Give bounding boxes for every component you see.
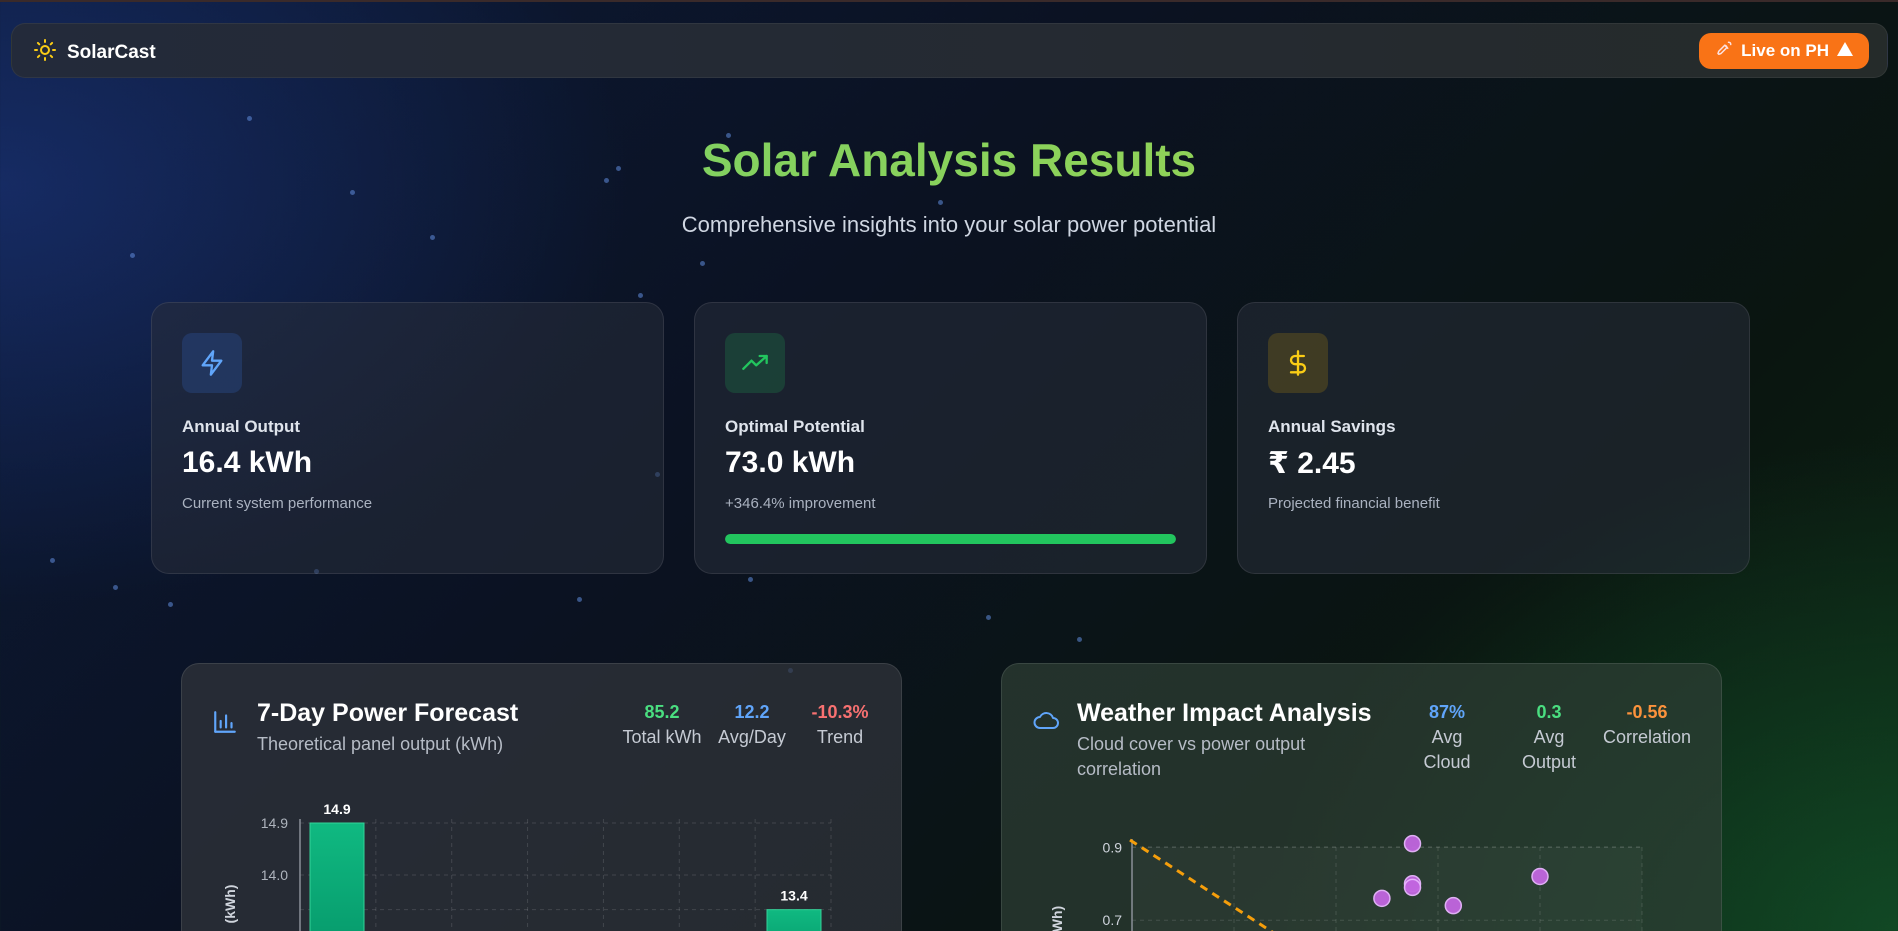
particle-dot <box>168 602 173 607</box>
stat-label: Annual Savings <box>1268 417 1396 436</box>
stat-card-optimal-potential: Optimal Potential 73.0 kWh +346.4% impro… <box>694 302 1207 574</box>
particle-dot <box>700 261 705 266</box>
live-on-ph-label: Live on PH <box>1741 41 1829 60</box>
stat-note: Projected financial benefit <box>1268 495 1440 512</box>
particle-dot <box>1077 637 1082 642</box>
scatter-point <box>1403 834 1422 853</box>
bar-value-label: 14.9 <box>323 801 350 817</box>
forecast-bar <box>766 909 822 931</box>
triangle-up-icon <box>1837 41 1853 61</box>
stat-label: Optimal Potential <box>725 417 865 436</box>
page-title: Solar Analysis Results <box>0 133 1898 187</box>
particle-dot <box>577 597 582 602</box>
scatter-point <box>1444 896 1463 915</box>
live-on-ph-button[interactable]: Live on PH <box>1699 33 1869 69</box>
brand[interactable]: SolarCast <box>33 38 156 67</box>
particle-dot <box>638 293 643 298</box>
y-tick-label: 14.0 <box>261 867 288 883</box>
y-tick-label: 0.9 <box>1103 839 1123 855</box>
lightning-icon <box>182 333 242 393</box>
brand-name: SolarCast <box>67 41 156 63</box>
dollar-icon <box>1268 333 1328 393</box>
sun-icon <box>33 38 57 67</box>
particle-dot <box>113 585 118 590</box>
plot-area <box>1132 847 1642 931</box>
forecast-chart-card: 7-Day Power Forecast Theoretical panel o… <box>181 663 902 931</box>
y-axis-label: Wh) <box>1049 906 1065 931</box>
scatter-point <box>1531 867 1549 886</box>
particle-dot <box>350 190 355 195</box>
scatter-point <box>1403 878 1422 897</box>
improvement-progress-bar <box>725 534 1176 544</box>
stat-label: Annual Output <box>182 417 301 436</box>
page-subtitle: Comprehensive insights into your solar p… <box>681 212 1217 237</box>
forecast-bar-chart: 14.9 14.0 (kWh) 14.9 13.4 <box>222 801 832 931</box>
progress-fill <box>725 534 1176 544</box>
stat-card-annual-savings: Annual Savings ₹ 2.45 Projected financia… <box>1237 302 1750 574</box>
weather-chart-card: Weather Impact Analysis Cloud cover vs p… <box>1001 663 1722 931</box>
bar-value-label: 13.4 <box>780 888 807 904</box>
scatter-point <box>1373 889 1391 908</box>
forecast-bar <box>309 822 365 931</box>
particle-dot <box>748 577 753 582</box>
stat-note: +346.4% improvement <box>725 495 876 512</box>
particle-dot <box>986 615 991 620</box>
stat-value: 16.4 kWh <box>182 446 313 479</box>
y-tick-label: 14.9 <box>261 815 288 831</box>
stat-note: Current system performance <box>182 495 373 512</box>
navbar: SolarCast Live on PH <box>11 23 1888 78</box>
stat-value: ₹ 2.45 <box>1268 447 1356 480</box>
particle-dot <box>247 116 252 121</box>
stat-value: 73.0 kWh <box>725 446 856 479</box>
particle-dot <box>50 558 55 563</box>
window-top-border <box>0 0 1898 2</box>
particle-dot <box>938 200 943 205</box>
y-tick-label: 0.7 <box>1103 912 1123 928</box>
weather-scatter-chart: 0.9 0.7 Wh) <box>1049 834 1643 931</box>
trending-up-icon <box>725 333 785 393</box>
rocket-icon <box>1715 40 1733 63</box>
particle-dot <box>130 253 135 258</box>
stat-card-annual-output: Annual Output 16.4 kWh Current system pe… <box>151 302 664 574</box>
y-axis-label: (kWh) <box>222 885 238 924</box>
